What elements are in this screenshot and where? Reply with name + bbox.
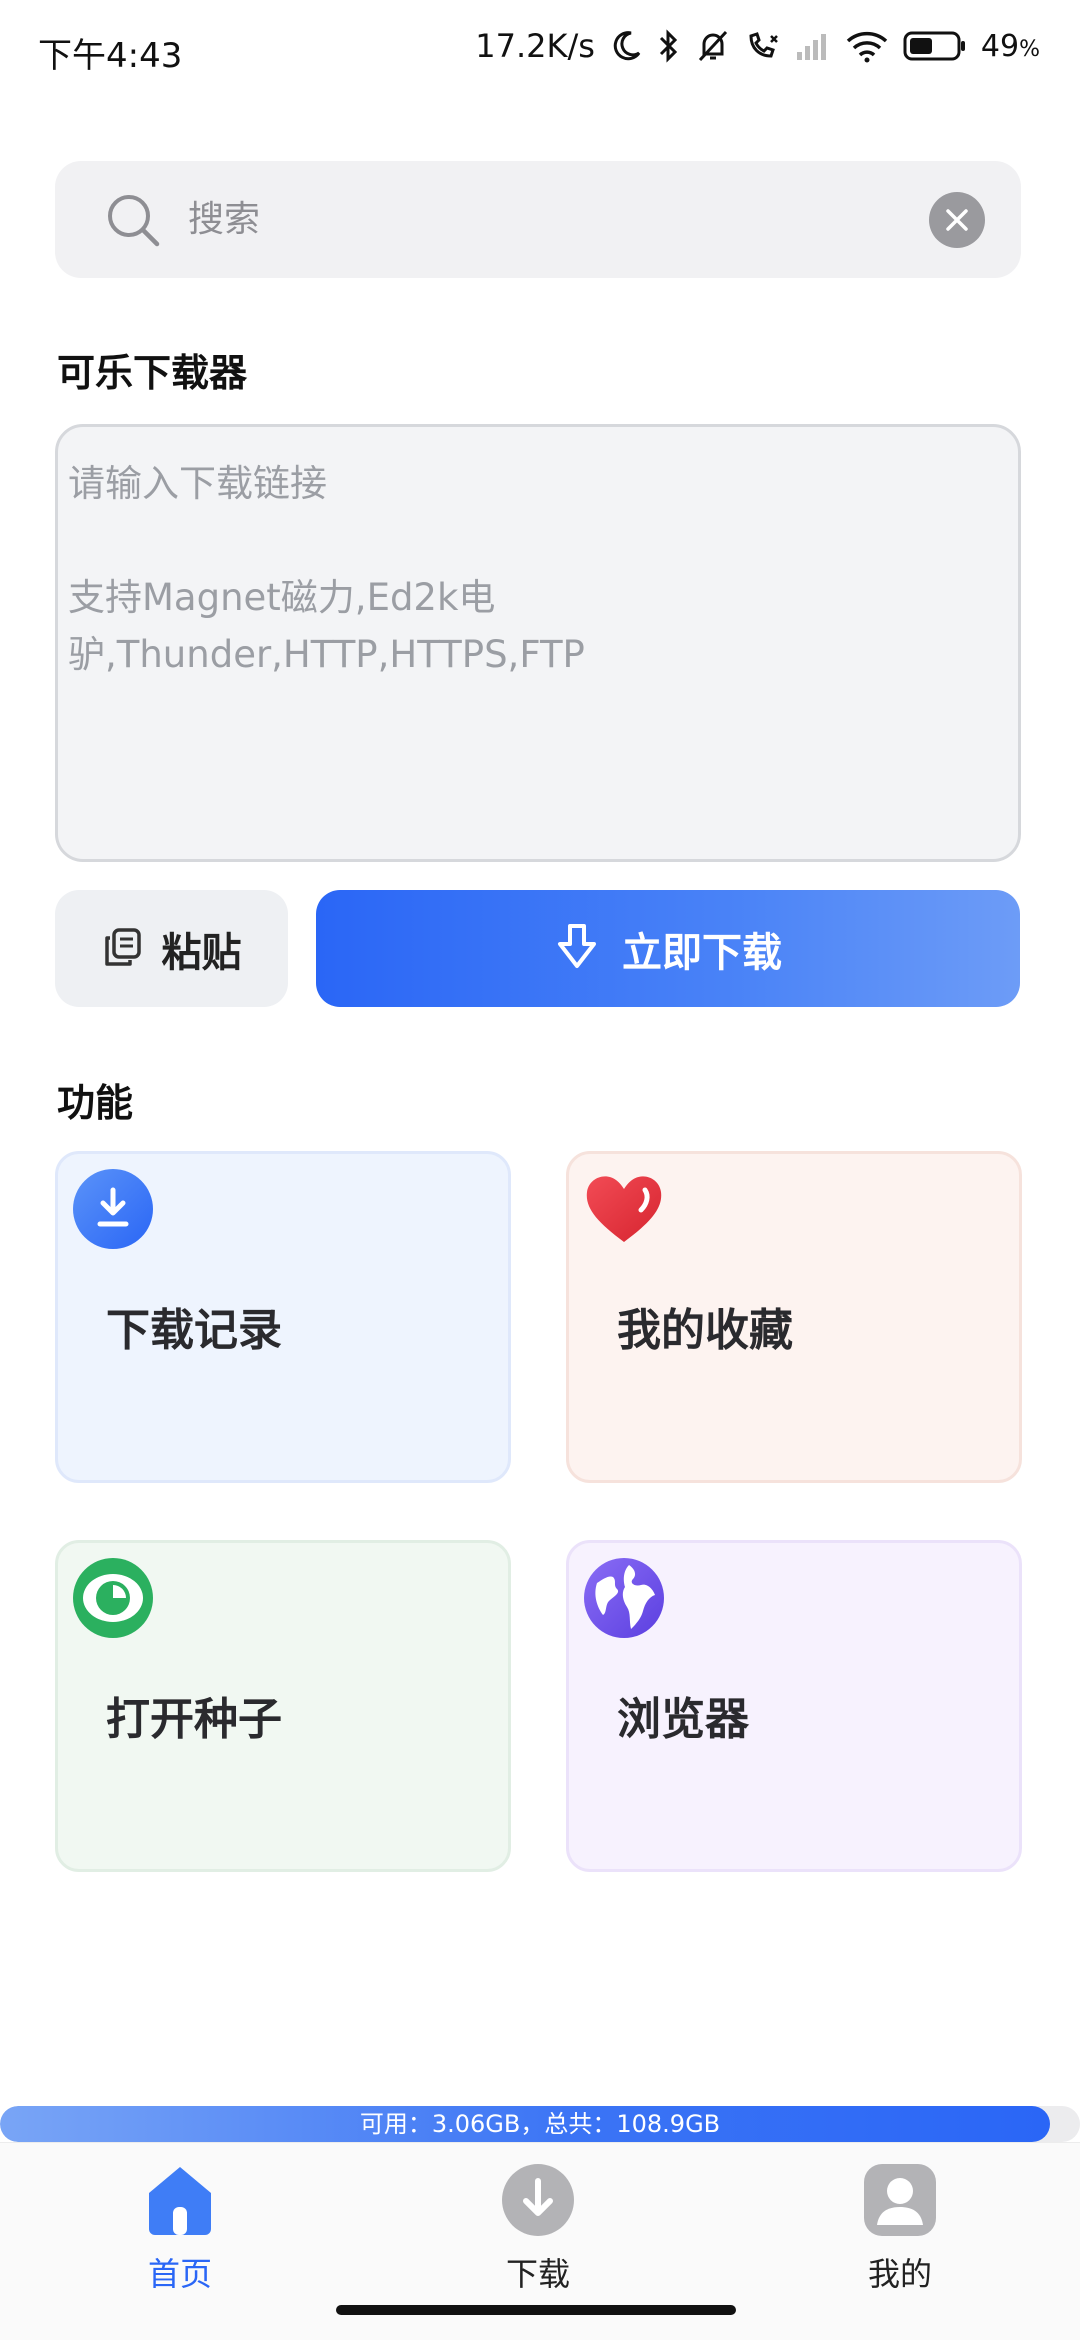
- paste-label: 粘贴: [161, 929, 242, 976]
- status-time: 下午4:43: [38, 36, 183, 76]
- download-arrow-icon: [554, 922, 600, 976]
- wifi-icon: [845, 29, 889, 63]
- favorites-label: 我的收藏: [617, 1305, 793, 1356]
- nav-home-label: 首页: [147, 2255, 212, 2293]
- download-now-button[interactable]: 立即下载: [316, 890, 1020, 1007]
- open-torrent-label: 打开种子: [106, 1694, 282, 1745]
- heart-icon: [583, 1168, 665, 1250]
- download-icon: [501, 2163, 575, 2237]
- moon-icon: [609, 29, 643, 63]
- browser-label: 浏览器: [617, 1694, 749, 1745]
- call-icon: [745, 28, 781, 64]
- home-indicator: [336, 2305, 736, 2315]
- battery-icon: [903, 30, 967, 62]
- profile-icon: [863, 2163, 937, 2237]
- nav-download[interactable]: 下载: [458, 2163, 618, 2295]
- mute-icon: [695, 28, 731, 64]
- nav-profile[interactable]: 我的: [820, 2163, 980, 2295]
- battery-percent: 49%: [980, 28, 1040, 64]
- close-icon: [946, 209, 968, 231]
- clear-search-button[interactable]: [929, 192, 985, 248]
- signal-icon: [795, 30, 831, 62]
- search-icon: [105, 192, 161, 252]
- features-title: 功能: [57, 1081, 134, 1125]
- storage-text: 可用：3.06GB，总共：108.9GB: [359, 2110, 721, 2138]
- download-link-input[interactable]: 请输入下载链接 支持Magnet磁力,Ed2k电驴,Thunder,HTTP,H…: [55, 424, 1021, 862]
- bluetooth-icon: [657, 28, 681, 64]
- download-circle-icon: [72, 1168, 154, 1250]
- paste-button[interactable]: 粘贴: [55, 890, 288, 1007]
- paste-icon: [102, 926, 144, 972]
- search-input[interactable]: [188, 191, 948, 248]
- status-icons: 17.2K/s 49%: [475, 24, 1040, 68]
- placeholder-line-2: 支持Magnet磁力,Ed2k电驴,Thunder,HTTP,HTTPS,FTP: [68, 576, 585, 676]
- search-bar[interactable]: [55, 161, 1021, 278]
- net-speed: 17.2K/s: [475, 27, 595, 65]
- storage-bar: 可用：3.06GB，总共：108.9GB: [0, 2106, 1080, 2142]
- eye-icon: [72, 1557, 154, 1639]
- download-now-label: 立即下载: [622, 929, 782, 976]
- favorites-card[interactable]: 我的收藏: [566, 1151, 1022, 1483]
- download-history-label: 下载记录: [106, 1305, 282, 1356]
- link-input-placeholder: 请输入下载链接 支持Magnet磁力,Ed2k电驴,Thunder,HTTP,H…: [68, 455, 588, 683]
- nav-profile-label: 我的: [867, 2255, 932, 2293]
- placeholder-line-1: 请输入下载链接: [68, 462, 327, 505]
- browser-card[interactable]: 浏览器: [566, 1540, 1022, 1872]
- nav-home[interactable]: 首页: [100, 2163, 260, 2295]
- nav-download-label: 下载: [505, 2255, 570, 2293]
- globe-icon: [583, 1557, 665, 1639]
- downloader-title: 可乐下载器: [57, 351, 248, 395]
- download-history-card[interactable]: 下载记录: [55, 1151, 511, 1483]
- open-torrent-card[interactable]: 打开种子: [55, 1540, 511, 1872]
- home-icon: [143, 2163, 217, 2237]
- status-bar: 下午4:43 17.2K/s 49%: [0, 0, 1080, 96]
